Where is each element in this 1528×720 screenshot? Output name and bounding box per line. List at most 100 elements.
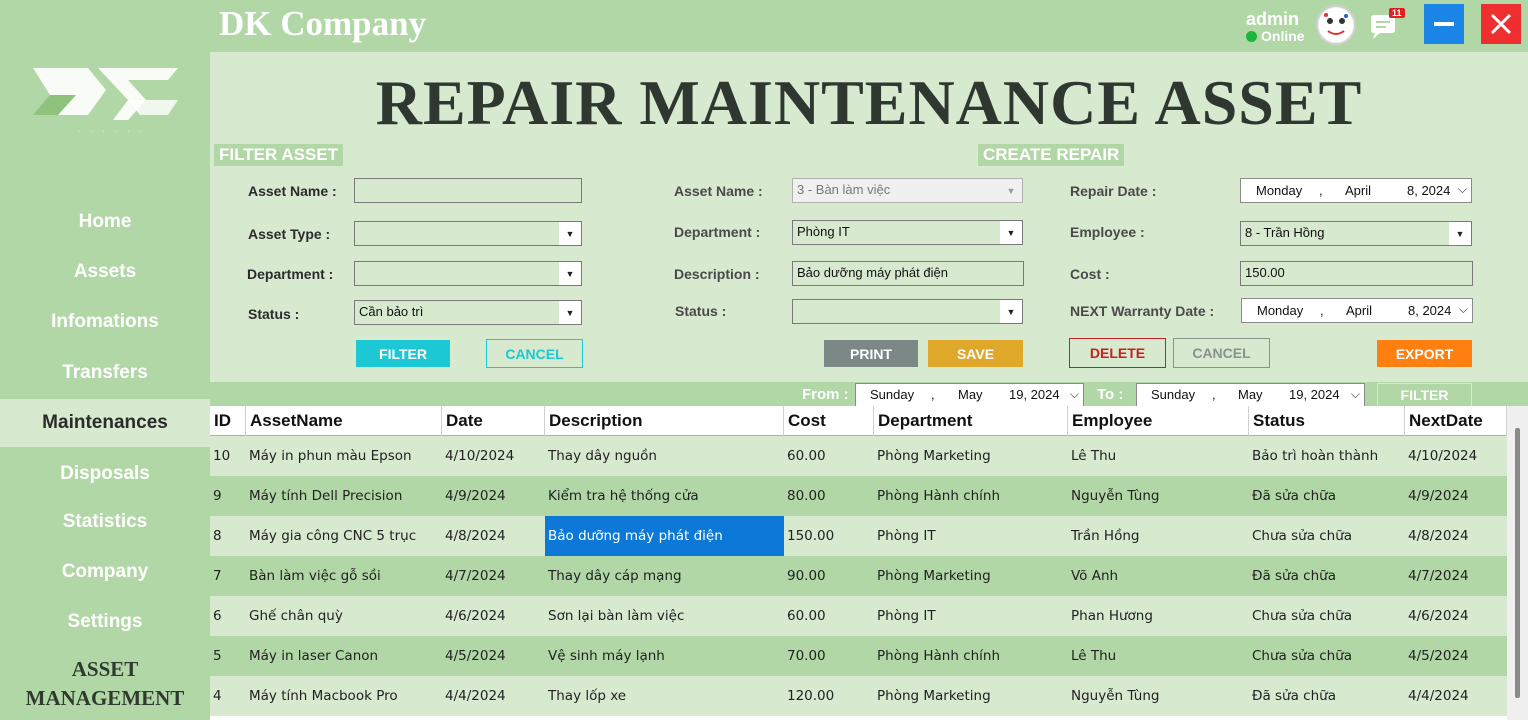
table-cell-status[interactable]: Đã sửa chữa: [1249, 676, 1405, 716]
table-cell-department[interactable]: Phòng Marketing: [874, 676, 1068, 716]
export-button[interactable]: EXPORT: [1377, 340, 1472, 367]
sidebar-item-infomations[interactable]: Infomations: [0, 298, 210, 346]
table-cell-cost[interactable]: 60.00: [784, 596, 874, 636]
scrollbar-thumb[interactable]: [1515, 428, 1520, 698]
table-cell-assetname[interactable]: Máy in laser Canon: [246, 636, 442, 676]
table-cell-nextdate[interactable]: 4/10/2024: [1405, 436, 1507, 476]
table-cell-assetname[interactable]: Ghế chân quỳ: [246, 596, 442, 636]
table-cell-cost[interactable]: 120.00: [784, 676, 874, 716]
table-cell-date[interactable]: 4/10/2024: [442, 436, 545, 476]
table-cell-description[interactable]: Thay lốp xe: [545, 676, 784, 716]
range-to-date-picker[interactable]: Sunday , May 19, 2024 ⌵: [1136, 383, 1365, 407]
table-cell-nextdate[interactable]: 4/4/2024: [1405, 676, 1507, 716]
table-cell-date[interactable]: 4/8/2024: [442, 516, 545, 556]
table-cell-id[interactable]: 9: [210, 476, 246, 516]
column-header-date[interactable]: Date: [442, 406, 545, 436]
column-header-cost[interactable]: Cost: [784, 406, 874, 436]
table-cell-status[interactable]: Chưa sửa chữa: [1249, 596, 1405, 636]
create-description-input[interactable]: Bảo dưỡng máy phát điện: [792, 261, 1024, 286]
create-department-select[interactable]: Phòng IT ▼: [792, 220, 1023, 245]
filter-department-select[interactable]: ▼: [354, 261, 582, 286]
table-cell-description[interactable]: Vệ sinh máy lạnh: [545, 636, 784, 676]
table-cell-employee[interactable]: Nguyễn Tùng: [1068, 676, 1249, 716]
employee-select[interactable]: 8 - Trần Hồng ▼: [1240, 221, 1472, 246]
table-cell-nextdate[interactable]: 4/5/2024: [1405, 636, 1507, 676]
table-cell-department[interactable]: Phòng Hành chính: [874, 636, 1068, 676]
table-row[interactable]: 9 Máy tính Dell Precision 4/9/2024 Kiểm tra…: [210, 476, 1507, 516]
filter-status-select[interactable]: Cần bảo trì ▼: [354, 300, 582, 325]
next-warranty-date-picker[interactable]: Monday , April 8, 2024 ⌵: [1241, 298, 1473, 323]
table-row[interactable]: 10 Máy in phun màu Epson 4/10/2024 Thay dây…: [210, 436, 1507, 476]
table-cell-status[interactable]: Bảo trì hoàn thành: [1249, 436, 1405, 476]
table-cell-assetname[interactable]: Máy in phun màu Epson: [246, 436, 442, 476]
column-header-department[interactable]: Department: [874, 406, 1068, 436]
table-cell-cost[interactable]: 60.00: [784, 436, 874, 476]
table-cell-department[interactable]: Phòng IT: [874, 516, 1068, 556]
sidebar-item-company[interactable]: Company: [0, 548, 210, 596]
table-cell-nextdate[interactable]: 4/8/2024: [1405, 516, 1507, 556]
column-header-nextdate[interactable]: NextDate: [1405, 406, 1507, 436]
table-cell-id[interactable]: 10: [210, 436, 246, 476]
table-cell-assetname[interactable]: Máy tính Macbook Pro: [246, 676, 442, 716]
table-cell-status[interactable]: Chưa sửa chữa: [1249, 636, 1405, 676]
table-cell-assetname[interactable]: Bàn làm việc gỗ sồi: [246, 556, 442, 596]
table-row[interactable]: 5 Máy in laser Canon 4/5/2024 Vệ sinh máy l…: [210, 636, 1507, 676]
table-cell-cost[interactable]: 150.00: [784, 516, 874, 556]
table-cell-description[interactable]: Kiểm tra hệ thống cửa: [545, 476, 784, 516]
save-button[interactable]: SAVE: [928, 340, 1023, 367]
sidebar-item-settings[interactable]: Settings: [0, 598, 210, 646]
table-cell-assetname[interactable]: Máy gia công CNC 5 trục: [246, 516, 442, 556]
table-cell-employee[interactable]: Lê Thu: [1068, 436, 1249, 476]
table-cell-id[interactable]: 5: [210, 636, 246, 676]
table-cell-id[interactable]: 4: [210, 676, 246, 716]
table-cell-nextdate[interactable]: 4/7/2024: [1405, 556, 1507, 596]
range-from-date-picker[interactable]: Sunday , May 19, 2024 ⌵: [855, 383, 1084, 407]
table-cell-cost[interactable]: 90.00: [784, 556, 874, 596]
table-cell-department[interactable]: Phòng IT: [874, 596, 1068, 636]
close-button[interactable]: [1481, 4, 1521, 44]
table-cell-employee[interactable]: Võ Anh: [1068, 556, 1249, 596]
table-cell-employee[interactable]: Phan Hương: [1068, 596, 1249, 636]
table-cell-id[interactable]: 8: [210, 516, 246, 556]
table-cell-date[interactable]: 4/6/2024: [442, 596, 545, 636]
column-header-status[interactable]: Status: [1249, 406, 1405, 436]
table-cell-id[interactable]: 6: [210, 596, 246, 636]
column-header-description[interactable]: Description: [545, 406, 784, 436]
table-cell-description[interactable]: Sơn lại bàn làm việc: [545, 596, 784, 636]
table-row[interactable]: 7 Bàn làm việc gỗ sồi 4/7/2024 Thay dây cáp…: [210, 556, 1507, 596]
table-cell-department[interactable]: Phòng Marketing: [874, 436, 1068, 476]
table-cell-nextdate[interactable]: 4/9/2024: [1405, 476, 1507, 516]
table-cell-cost[interactable]: 70.00: [784, 636, 874, 676]
filter-asset-type-select[interactable]: ▼: [354, 221, 582, 246]
table-cell-employee[interactable]: Trần Hồng: [1068, 516, 1249, 556]
table-cell-status[interactable]: Chưa sửa chữa: [1249, 516, 1405, 556]
filter-button[interactable]: FILTER: [356, 340, 450, 367]
filter-cancel-button[interactable]: CANCEL: [486, 339, 583, 368]
table-cell-date[interactable]: 4/4/2024: [442, 676, 545, 716]
minimize-button[interactable]: [1424, 4, 1464, 44]
filter-asset-name-input[interactable]: [354, 178, 582, 203]
chat-icon[interactable]: [1368, 14, 1398, 42]
table-cell-department[interactable]: Phòng Marketing: [874, 556, 1068, 596]
table-row[interactable]: 8 Máy gia công CNC 5 trục 4/8/2024 Bảo dưỡn…: [210, 516, 1507, 556]
table-cell-nextdate[interactable]: 4/6/2024: [1405, 596, 1507, 636]
create-asset-name-select[interactable]: 3 - Bàn làm việc ▼: [792, 178, 1023, 203]
sidebar-item-statistics[interactable]: Statistics: [0, 498, 210, 546]
column-header-assetname[interactable]: AssetName: [246, 406, 442, 436]
table-cell-id[interactable]: 7: [210, 556, 246, 596]
table-cell-date[interactable]: 4/5/2024: [442, 636, 545, 676]
table-cell-employee[interactable]: Nguyễn Tùng: [1068, 476, 1249, 516]
print-button[interactable]: PRINT: [824, 340, 918, 367]
sidebar-item-assets[interactable]: Assets: [0, 248, 210, 296]
table-cell-assetname[interactable]: Máy tính Dell Precision: [246, 476, 442, 516]
table-cell-employee[interactable]: Lê Thu: [1068, 636, 1249, 676]
create-status-select[interactable]: ▼: [792, 299, 1023, 324]
repair-date-picker[interactable]: Monday , April 8, 2024 ⌵: [1240, 178, 1472, 203]
sidebar-item-transfers[interactable]: Transfers: [0, 349, 210, 397]
table-cell-cost[interactable]: 80.00: [784, 476, 874, 516]
table-cell-department[interactable]: Phòng Hành chính: [874, 476, 1068, 516]
table-cell-date[interactable]: 4/7/2024: [442, 556, 545, 596]
table-cell-description[interactable]: Thay dây nguồn: [545, 436, 784, 476]
table-row[interactable]: 4 Máy tính Macbook Pro 4/4/2024 Thay lốp xe…: [210, 676, 1507, 716]
table-cell-description[interactable]: Bảo dưỡng máy phát điện: [545, 516, 784, 556]
